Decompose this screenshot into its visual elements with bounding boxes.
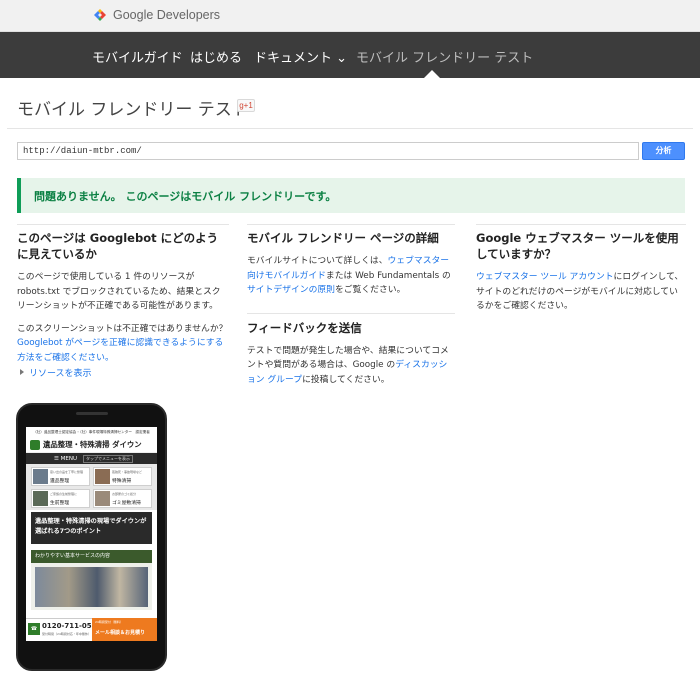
phone-speaker [76, 412, 108, 415]
feedback-heading: フィードバックを送信 [247, 320, 362, 335]
tile-label: 遺品整理 [50, 479, 70, 484]
webmaster-tools-text: ウェブマスター ツール アカウントにログインして、サイトのどれだけのページがモバ… [476, 270, 686, 314]
logo-text: Google Developers [113, 8, 221, 22]
col2-sub-divider [247, 312, 455, 314]
tile-caption: お部屋のゴミ処分 [112, 492, 137, 496]
screen-header-text: （社）遺品整理士認定協会・（社）事件現場特殊清掃センター 認定業者 [26, 427, 157, 437]
expand-triangle-icon [20, 369, 24, 375]
screen-menu-bar: ☰ MENU タップでメニューを表示 [26, 453, 157, 464]
details-text-a: モバイルサイトについて詳しくは、 [247, 256, 388, 266]
screen-section-heading: わかりやすい基本サービスの内容 [31, 550, 152, 563]
screen-menu-label: ☰ MENU [54, 455, 78, 462]
tile-label: 生前整理 [50, 501, 70, 506]
analyze-button[interactable]: 分析 [642, 142, 685, 160]
screen-tile: ご家族の生前整理に 生前整理 [31, 489, 90, 508]
screen-tile: 思い出の品を丁寧に整理 遺品整理 [31, 467, 90, 486]
googlebot-view-heading: このページは Googlebot にどのように見えているか [17, 231, 219, 261]
tile-label: ゴミ屋敷清掃 [112, 501, 141, 506]
page-title: モバイル フレンドリー テスト [17, 100, 249, 120]
result-message: 問題ありません。 このページはモバイル フレンドリーです。 [34, 190, 337, 203]
screen-staff-photo [35, 567, 148, 607]
tile-photo [33, 469, 48, 484]
blocked-resources-text: このページで使用している 1 件のリソースが robots.txt でブロックさ… [17, 272, 221, 311]
webmaster-tools-section: Google ウェブマスター ツールを使用していますか？ ウェブマスター ツール… [476, 224, 686, 314]
screen-phone-contact: ☎ 0120-711-050 受付時間（24時間対応・年中無休） [26, 618, 97, 641]
details-text-b: または Web Fundamentals の [325, 270, 451, 281]
google-developers-logo[interactable]: Google Developers [92, 7, 220, 23]
tile-label: 特殊清掃 [112, 479, 132, 484]
webmaster-tools-heading: Google ウェブマスター ツールを使用していますか？ [476, 231, 679, 261]
brand-logo-icon [30, 439, 40, 450]
show-resources-label: リソースを表示 [29, 369, 92, 379]
screen-service-grid: 思い出の品を丁寧に整理 遺品整理 孤独死・事故現場など 特殊清掃 ご家族の生前整理に… [26, 464, 157, 510]
phone-screenshot: （社）遺品整理士認定協会・（社）事件現場特殊清掃センター 認定業者 遺品整理・特… [16, 403, 167, 671]
googlebot-view-section: このページは Googlebot にどのように見えているか このページで使用して… [17, 224, 229, 365]
screen-services-section: わかりやすい基本サービスの内容 [31, 550, 152, 610]
screen-phone-number: 0120-711-050 [42, 622, 97, 630]
tile-photo [95, 469, 110, 484]
nav-item-get-started[interactable]: はじめる [190, 47, 242, 66]
free-dial-icon: ☎ [28, 623, 40, 635]
url-input[interactable]: http://daiun-mtbr.com/ [17, 142, 639, 160]
phone-screen: （社）遺品整理士認定協会・（社）事件現場特殊清掃センター 認定業者 遺品整理・特… [26, 427, 157, 641]
top-bar: Google Developers [0, 0, 700, 32]
show-resources-toggle[interactable]: リソースを表示 [20, 366, 92, 379]
active-nav-indicator [424, 70, 440, 78]
webmaster-tools-account-link[interactable]: ウェブマスター ツール アカウント [476, 272, 614, 282]
title-divider [7, 128, 693, 129]
screen-tile: 孤独死・事故現場など 特殊清掃 [93, 467, 152, 486]
tile-caption: ご家族の生前整理に [50, 492, 78, 496]
result-banner: 問題ありません。 このページはモバイル フレンドリーです。 [17, 178, 685, 213]
site-design-principles-link[interactable]: サイトデザインの原則 [247, 285, 335, 295]
screen-phone-hours: 受付時間（24時間対応・年中無休） [42, 632, 91, 636]
inaccurate-screenshot-text: このスクリーンショットは不正確ではありませんか？ Googlebot がページを… [17, 322, 229, 366]
screen-tile: お部屋のゴミ処分 ゴミ屋敷清掃 [93, 489, 152, 508]
inaccurate-question: このスクリーンショットは不正確ではありませんか？ [17, 323, 228, 334]
screen-menu-sub: タップでメニューを表示 [83, 454, 134, 463]
mobile-guide-text: モバイルサイトについて詳しくは、ウェブマスター向けモバイルガイドまたは Web … [247, 254, 455, 298]
screen-mail-contact: 24時間受付（無料） メール相談＆お見積り [92, 618, 157, 641]
main-nav: モバイルガイド はじめる ドキュメント ⌄ モバイル フレンドリー テスト [0, 32, 700, 78]
tile-photo [33, 491, 48, 506]
screen-contact-footer: ☎ 0120-711-050 受付時間（24時間対応・年中無休） 24時間受付（… [26, 618, 157, 641]
feedback-text: テストで問題が発生した場合や、結果についてコメントや質問がある場合は、Googl… [247, 344, 455, 388]
google-developers-icon [94, 9, 106, 21]
tile-caption: 思い出の品を丁寧に整理 [50, 470, 84, 474]
mobile-friendly-details-heading: モバイル フレンドリー ページの詳細 [247, 231, 439, 245]
feedback-text-b: に投稿してください。 [302, 374, 390, 385]
nav-item-documents[interactable]: ドキュメント ⌄ [254, 47, 347, 66]
screen-brand: 遺品整理・特殊清掃 ダイウン [26, 437, 157, 453]
screen-mail-caption: 24時間受付（無料） [95, 620, 123, 624]
tile-photo [95, 491, 110, 506]
nav-item-mobile-friendly-test[interactable]: モバイル フレンドリー テスト [356, 47, 533, 66]
nav-item-mobile-guide[interactable]: モバイルガイド [92, 47, 183, 66]
details-text-c: をご覧ください。 [334, 285, 406, 295]
screen-brand-name: 遺品整理・特殊清掃 ダイウン [43, 440, 142, 449]
gplus-button[interactable]: g+1 [237, 99, 255, 112]
mobile-friendly-details-section: モバイル フレンドリー ページの詳細 モバイルサイトについて詳しくは、ウェブマス… [247, 224, 455, 387]
googlebot-help-link[interactable]: Googlebot がページを正確に認識できるようにする方法をご確認ください。 [17, 338, 223, 363]
screen-mail-label: メール相談＆お見積り [95, 630, 146, 636]
screen-promo-banner: 遺品整理・特殊清掃の現場でダイウンが選ばれる7つのポイント [31, 512, 152, 544]
tile-caption: 孤独死・事故現場など [112, 470, 143, 474]
